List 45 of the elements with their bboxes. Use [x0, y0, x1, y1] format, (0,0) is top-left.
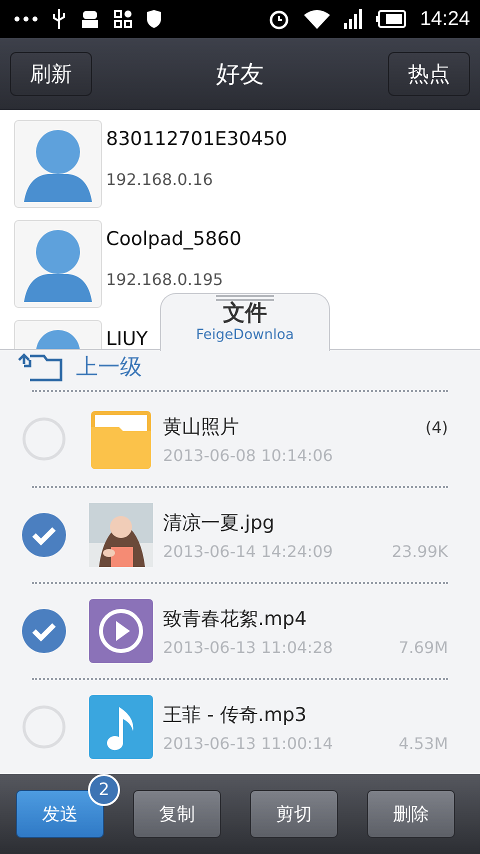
avatar-icon	[14, 220, 102, 308]
action-button[interactable]: 删除	[367, 790, 455, 838]
file-size: 4.53M	[398, 734, 448, 752]
file-date: 2013-06-13 11:00:14	[163, 734, 333, 752]
file-size: 23.99K	[392, 542, 448, 560]
item-count: (4)	[425, 418, 448, 436]
files-tab[interactable]: 文件 FeigeDownloa	[160, 293, 330, 351]
up-level-link[interactable]: 上一级	[76, 352, 142, 382]
checked-circle[interactable]	[21, 608, 67, 654]
alarm-icon	[268, 8, 290, 30]
file-date: 2013-06-13 11:04:28	[163, 638, 333, 656]
folder-path: FeigeDownloa	[196, 327, 294, 343]
count-badge: 2	[88, 774, 120, 806]
file-date: 2013-06-14 14:24:09	[163, 542, 333, 560]
file-date: 2013-06-08 10:14:06	[163, 446, 333, 464]
screen-title: 好友	[216, 59, 264, 90]
grid-icon	[114, 10, 132, 28]
file-name: 王菲 - 传奇.mp3	[163, 702, 307, 728]
hotspot-button[interactable]: 热点	[388, 52, 470, 96]
refresh-button[interactable]: 刷新	[10, 52, 92, 96]
friend-name: 830112701E30450	[106, 128, 288, 150]
action-button[interactable]: 剪切	[250, 790, 338, 838]
file-name: 清凉一夏.jpg	[163, 510, 274, 536]
tab-title: 文件	[223, 301, 267, 327]
file-name: 致青春花絮.mp4	[163, 606, 307, 632]
action-button[interactable]: 复制	[133, 790, 221, 838]
friend-name: Coolpad_5860	[106, 228, 242, 250]
friend-name: LIUY	[106, 328, 148, 350]
wifi-icon	[304, 9, 330, 29]
music-note-icon	[89, 695, 153, 759]
file-name: 黄山照片	[163, 414, 239, 440]
avatar-icon	[14, 120, 102, 208]
friend-ip: 192.168.0.16	[106, 171, 214, 189]
friend-ip: 192.168.0.195	[106, 271, 224, 289]
usb-icon	[52, 9, 66, 29]
signal-icon	[344, 9, 362, 29]
clock-time: 14:24	[420, 8, 470, 30]
file-size: 7.69M	[398, 638, 448, 656]
shield-icon	[146, 10, 162, 28]
checked-circle[interactable]	[21, 512, 67, 558]
play-icon	[89, 599, 153, 663]
grip-icon	[216, 295, 274, 301]
up-folder-icon[interactable]	[16, 352, 64, 382]
battery-icon	[376, 10, 406, 28]
more-dots-icon	[14, 16, 38, 22]
